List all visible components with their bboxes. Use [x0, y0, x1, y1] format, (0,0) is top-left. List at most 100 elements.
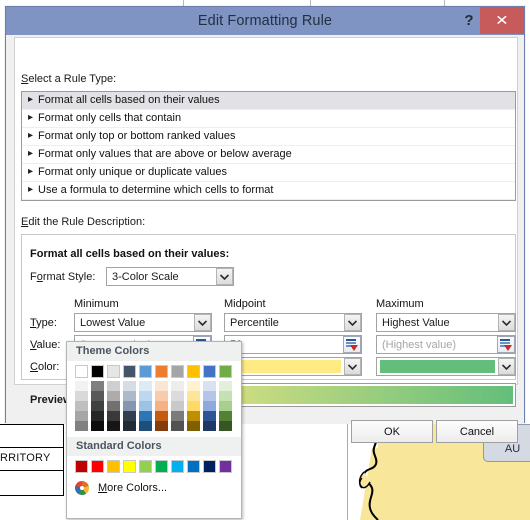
theme-variant-1-4[interactable] [91, 421, 104, 431]
theme-variant-7-1[interactable] [187, 391, 200, 401]
theme-variant-1-2[interactable] [91, 401, 104, 411]
theme-variant-4-4[interactable] [139, 421, 152, 431]
close-button[interactable]: ✕ [480, 7, 524, 34]
rule-type-item-5[interactable]: ▸ Use a formula to determine which cells… [22, 182, 515, 200]
theme-variant-6-4[interactable] [171, 421, 184, 431]
theme-variant-4-3[interactable] [139, 411, 152, 421]
theme-variant-0-4[interactable] [75, 421, 88, 431]
standard-color-3[interactable] [123, 460, 136, 473]
rule-type-list[interactable]: ▸ Format all cells based on their values… [21, 91, 516, 201]
cancel-button[interactable]: Cancel [436, 420, 518, 443]
theme-color-0[interactable] [75, 365, 88, 378]
theme-variant-1-0[interactable] [91, 381, 104, 391]
theme-variant-2-4[interactable] [107, 421, 120, 431]
standard-color-5[interactable] [155, 460, 168, 473]
theme-variant-6-0[interactable] [171, 381, 184, 391]
theme-color-column-1[interactable] [91, 381, 107, 431]
standard-color-1[interactable] [91, 460, 104, 473]
theme-color-column-5[interactable] [155, 381, 171, 431]
rule-type-item-3[interactable]: ▸ Format only values that are above or b… [22, 146, 515, 164]
theme-variant-5-3[interactable] [155, 411, 168, 421]
theme-color-column-4[interactable] [139, 381, 155, 431]
theme-color-column-9[interactable] [219, 381, 235, 431]
theme-variant-0-0[interactable] [75, 381, 88, 391]
theme-color-column-3[interactable] [123, 381, 139, 431]
theme-colors-grid[interactable] [67, 361, 241, 431]
theme-color-column-7[interactable] [187, 381, 203, 431]
theme-variant-0-2[interactable] [75, 401, 88, 411]
standard-colors-row[interactable] [75, 460, 235, 473]
theme-variant-9-4[interactable] [219, 421, 232, 431]
maximum-value-input[interactable]: (Highest value) [376, 335, 516, 354]
theme-color-5[interactable] [155, 365, 168, 378]
theme-color-7[interactable] [187, 365, 200, 378]
chevron-down-icon[interactable] [344, 358, 361, 375]
midpoint-value-input[interactable]: 50 [224, 335, 362, 354]
theme-variant-9-3[interactable] [219, 411, 232, 421]
color-picker-dropdown[interactable]: Theme Colors Standard Colors More Colors… [66, 341, 242, 519]
theme-variant-5-1[interactable] [155, 391, 168, 401]
chevron-down-icon[interactable] [498, 314, 515, 331]
theme-variant-1-3[interactable] [91, 411, 104, 421]
chevron-down-icon[interactable] [344, 314, 361, 331]
theme-variant-2-1[interactable] [107, 391, 120, 401]
theme-variant-5-4[interactable] [155, 421, 168, 431]
theme-color-6[interactable] [171, 365, 184, 378]
theme-variant-3-0[interactable] [123, 381, 136, 391]
theme-variant-9-1[interactable] [219, 391, 232, 401]
theme-variant-3-3[interactable] [123, 411, 136, 421]
range-selector-icon[interactable] [343, 336, 361, 353]
theme-variant-5-0[interactable] [155, 381, 168, 391]
theme-variant-3-4[interactable] [123, 421, 136, 431]
theme-variant-6-1[interactable] [171, 391, 184, 401]
theme-variant-8-4[interactable] [203, 421, 216, 431]
theme-variant-2-2[interactable] [107, 401, 120, 411]
theme-variant-4-0[interactable] [139, 381, 152, 391]
theme-variant-8-1[interactable] [203, 391, 216, 401]
theme-variant-6-2[interactable] [171, 401, 184, 411]
theme-colors-variant-rows[interactable] [75, 381, 235, 431]
rule-type-item-4[interactable]: ▸ Format only unique or duplicate values [22, 164, 515, 182]
theme-color-3[interactable] [123, 365, 136, 378]
standard-color-9[interactable] [219, 460, 232, 473]
standard-color-8[interactable] [203, 460, 216, 473]
theme-variant-2-0[interactable] [107, 381, 120, 391]
theme-variant-8-2[interactable] [203, 401, 216, 411]
theme-color-column-8[interactable] [203, 381, 219, 431]
theme-color-column-2[interactable] [107, 381, 123, 431]
standard-color-6[interactable] [171, 460, 184, 473]
theme-variant-4-2[interactable] [139, 401, 152, 411]
standard-color-4[interactable] [139, 460, 152, 473]
standard-colors-grid[interactable] [67, 456, 241, 473]
theme-variant-4-1[interactable] [139, 391, 152, 401]
format-style-select[interactable]: 3-Color Scale [106, 267, 234, 286]
chevron-down-icon[interactable] [194, 314, 211, 331]
midpoint-color-picker[interactable] [224, 357, 362, 376]
range-selector-icon[interactable] [497, 336, 515, 353]
rule-type-item-2[interactable]: ▸ Format only top or bottom ranked value… [22, 128, 515, 146]
theme-variant-3-1[interactable] [123, 391, 136, 401]
theme-color-4[interactable] [139, 365, 152, 378]
theme-variant-7-4[interactable] [187, 421, 200, 431]
chevron-down-icon[interactable] [216, 268, 233, 285]
theme-variant-2-3[interactable] [107, 411, 120, 421]
theme-color-8[interactable] [203, 365, 216, 378]
ok-button[interactable]: OK [351, 420, 433, 443]
maximum-type-select[interactable]: Highest Value [376, 313, 516, 332]
theme-variant-9-0[interactable] [219, 381, 232, 391]
theme-variant-1-1[interactable] [91, 391, 104, 401]
standard-color-7[interactable] [187, 460, 200, 473]
theme-variant-7-3[interactable] [187, 411, 200, 421]
theme-variant-7-0[interactable] [187, 381, 200, 391]
theme-variant-8-0[interactable] [203, 381, 216, 391]
theme-color-column-0[interactable] [75, 381, 91, 431]
minimum-type-select[interactable]: Lowest Value [74, 313, 212, 332]
midpoint-type-select[interactable]: Percentile [224, 313, 362, 332]
rule-type-item-0[interactable]: ▸ Format all cells based on their values [22, 92, 515, 110]
more-colors-button[interactable]: More Colors... [67, 477, 241, 499]
theme-variant-7-2[interactable] [187, 401, 200, 411]
standard-color-2[interactable] [107, 460, 120, 473]
theme-color-1[interactable] [91, 365, 104, 378]
theme-variant-0-1[interactable] [75, 391, 88, 401]
theme-variant-6-3[interactable] [171, 411, 184, 421]
